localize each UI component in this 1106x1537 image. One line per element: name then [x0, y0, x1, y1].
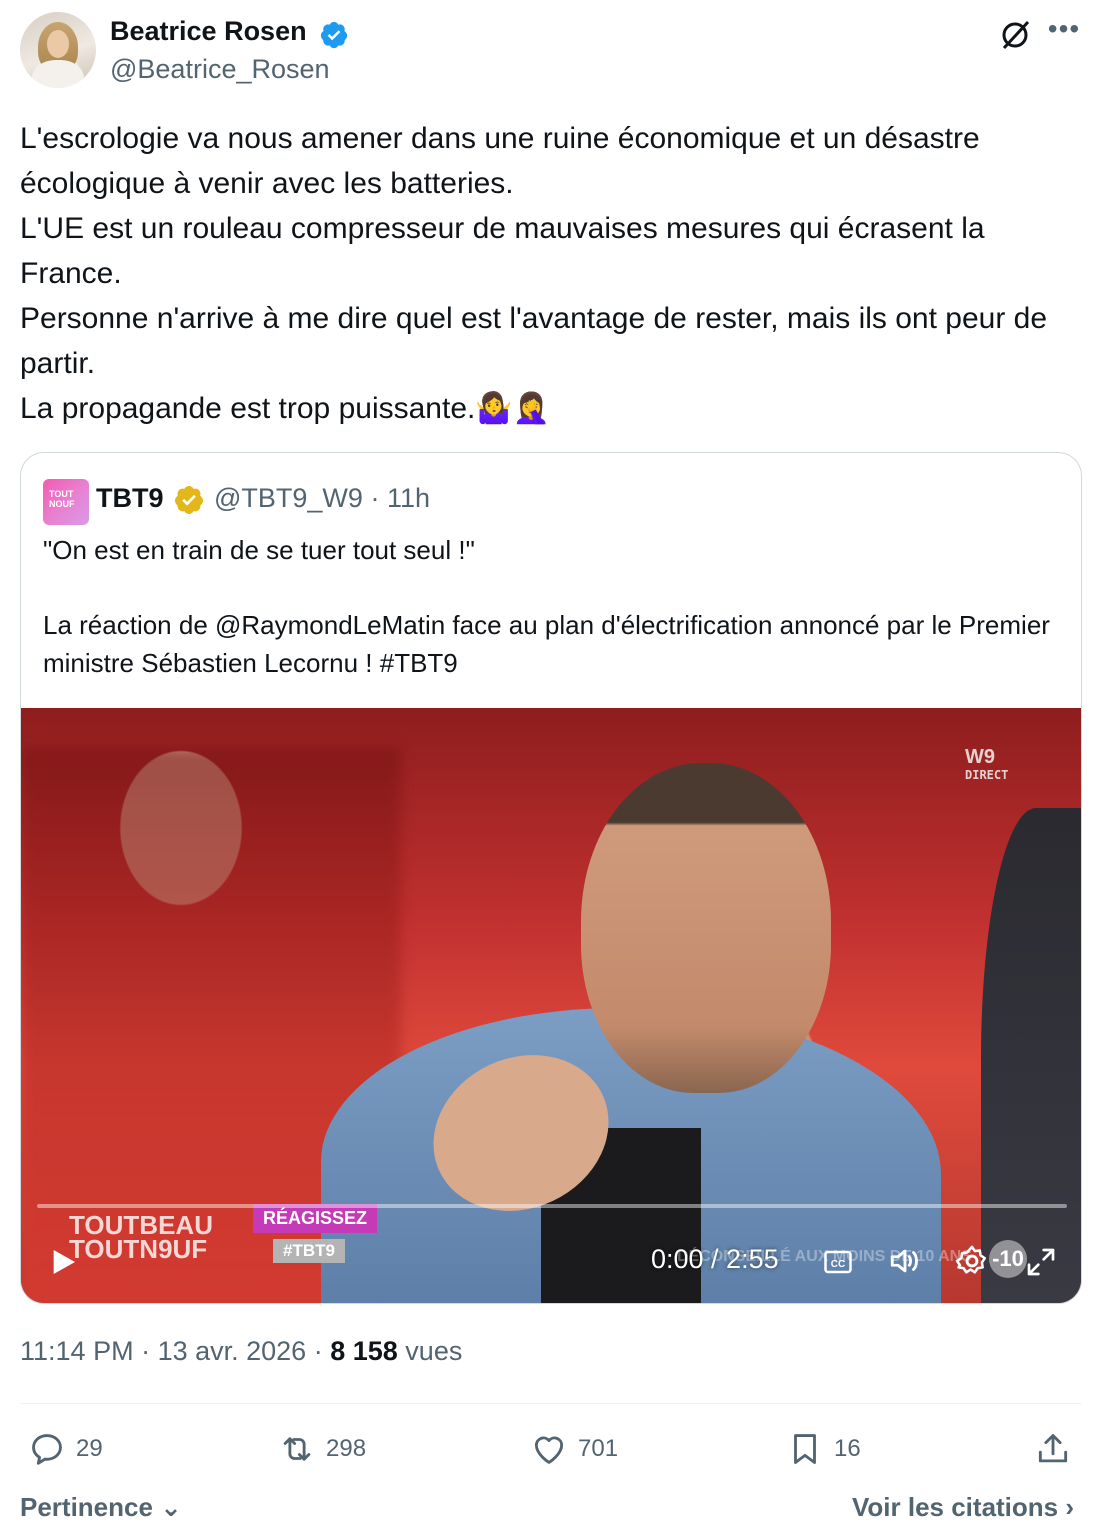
bookmark-button[interactable]: 16	[786, 1428, 861, 1470]
tweet-time[interactable]: 11:14 PM	[20, 1336, 134, 1366]
retweet-button[interactable]: 298	[278, 1428, 366, 1470]
share-button[interactable]	[1034, 1428, 1072, 1470]
tweet-meta: 11:14 PM · 13 avr. 2026 · 8 158 vues	[20, 1336, 463, 1366]
author-avatar[interactable]	[20, 12, 96, 88]
reply-icon	[32, 1434, 62, 1465]
more-options-icon[interactable]: •••	[1046, 15, 1082, 48]
chevron-right-icon: ›	[1058, 1492, 1075, 1522]
quoted-text: "On est en train de se tuer tout seul !"…	[43, 531, 1063, 682]
view-quotes-link[interactable]: Voir les citations ›	[852, 1492, 1074, 1523]
quoted-author-name[interactable]: TBT9	[96, 483, 164, 514]
author-name[interactable]: Beatrice Rosen	[110, 16, 307, 47]
grok-icon[interactable]	[998, 18, 1032, 52]
video-time: 0:00 / 2:55	[651, 1244, 779, 1274]
views-label: vues	[405, 1336, 463, 1366]
sort-label: Pertinence	[20, 1492, 153, 1522]
chevron-down-icon: ⌄	[152, 1492, 182, 1522]
quoted-handle[interactable]: @TBT9_W9	[214, 483, 363, 513]
quoted-avatar[interactable]: TOUT NOUF	[43, 479, 89, 525]
volume-icon[interactable]	[887, 1244, 923, 1278]
fullscreen-icon[interactable]	[1025, 1246, 1057, 1278]
divider	[20, 1403, 1082, 1404]
like-count: 701	[578, 1435, 619, 1462]
like-button[interactable]: 701	[530, 1428, 618, 1470]
show-logo: TOUTBEAU TOUTN9UF	[69, 1210, 213, 1264]
bookmark-count: 16	[834, 1435, 861, 1462]
tweet-line: L'UE est un rouleau compresseur de mauva…	[20, 212, 993, 290]
heart-icon	[534, 1436, 564, 1464]
quoted-time[interactable]: 11h	[387, 483, 430, 513]
svg-text:CC: CC	[831, 1259, 845, 1270]
channel-logo: W9 DIRECT	[965, 746, 1009, 782]
reply-button[interactable]: 29	[28, 1428, 103, 1470]
captions-icon[interactable]: CC	[821, 1247, 855, 1277]
video-progress-bar[interactable]	[37, 1204, 1067, 1208]
bookmark-icon	[794, 1434, 816, 1464]
retweet-count: 298	[326, 1435, 367, 1462]
retweet-icon	[283, 1437, 311, 1461]
hashtag-link[interactable]: #TBT9	[380, 648, 458, 678]
play-icon[interactable]	[47, 1246, 79, 1278]
mention-link[interactable]: @RaymondLeMatin	[215, 610, 445, 640]
quoted-tweet[interactable]: TOUT NOUF TBT9 @TBT9_W9 · 11h "On est en …	[20, 452, 1082, 1304]
video-player[interactable]: W9 DIRECT TOUTBEAU TOUTN9UF RÉAGISSEZ #T…	[21, 708, 1081, 1303]
tweet-line: Personne n'arrive à me dire quel est l'a…	[20, 302, 1056, 380]
tweet-date[interactable]: 13 avr. 2026	[158, 1336, 307, 1366]
share-icon	[1038, 1434, 1068, 1463]
age-rating: -10	[989, 1240, 1027, 1278]
quoted-meta: @TBT9_W9 · 11h	[214, 483, 430, 513]
video-hashtag: #TBT9	[273, 1239, 345, 1263]
gold-verified-badge-icon	[174, 486, 203, 514]
verified-badge-icon	[320, 21, 348, 49]
author-handle[interactable]: @Beatrice_Rosen	[110, 54, 330, 85]
sort-dropdown[interactable]: Pertinence ⌄	[20, 1492, 182, 1523]
views-count: 8 158	[330, 1336, 398, 1366]
citations-label: Voir les citations	[852, 1492, 1059, 1522]
quoted-line: "On est en train de se tuer tout seul !"	[43, 535, 475, 565]
quoted-line: La réaction de @RaymondLeMatin face au p…	[43, 610, 1058, 678]
tweet-text: L'escrologie va nous amener dans une rui…	[20, 116, 1090, 431]
tweet-line: La propagande est trop puissante.🤷‍♀️🤦‍♀…	[20, 392, 551, 425]
settings-gear-icon[interactable]	[955, 1244, 989, 1278]
tweet-line: L'escrologie va nous amener dans une rui…	[20, 122, 989, 200]
reply-count: 29	[76, 1435, 103, 1462]
reagissez-banner: RÉAGISSEZ	[253, 1204, 378, 1233]
